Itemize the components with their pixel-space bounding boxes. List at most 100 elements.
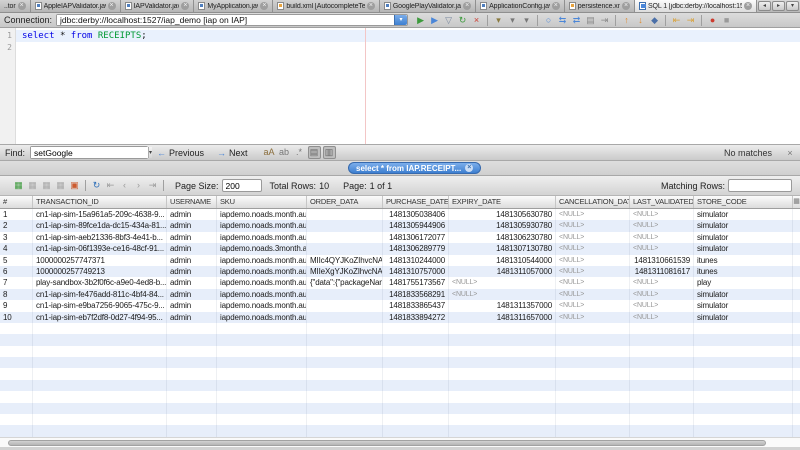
toggle-bookmark-icon[interactable]: ◆	[648, 14, 661, 27]
cell-store_code[interactable]: simulator	[694, 312, 793, 323]
cell-sku[interactable]: iapdemo.noads.month.auto	[217, 255, 307, 266]
cell-purchase_date[interactable]: 1481755173567	[383, 277, 449, 288]
editor-tab[interactable]: MyApplication.java×	[194, 0, 273, 12]
cell-num[interactable]: 1	[0, 209, 33, 220]
cell-num[interactable]: 4	[0, 243, 33, 254]
close-tab-icon[interactable]: ×	[552, 2, 560, 10]
close-tab-icon[interactable]: ×	[622, 2, 630, 10]
page-size-input[interactable]	[222, 179, 262, 192]
copy-lines-icon[interactable]: ▤	[584, 14, 597, 27]
cell-last_validated[interactable]: 1481311081617	[630, 266, 694, 277]
last-page-icon[interactable]: ⇥	[146, 179, 159, 192]
cell-username[interactable]: admin	[167, 243, 217, 254]
table-row[interactable]: 2cn1-iap-sim-89fce1da-dc15-434a-81...adm…	[0, 220, 800, 231]
sql-history-icon[interactable]: ▽	[442, 14, 455, 27]
run-sql-icon[interactable]: ▶	[414, 14, 427, 27]
next-bookmark-icon[interactable]: ↓	[634, 14, 647, 27]
find-combobox[interactable]: ▾	[30, 146, 148, 159]
cell-last_validated[interactable]: 1481310661539	[630, 255, 694, 266]
shift-line-left-icon[interactable]: ⇤	[670, 14, 683, 27]
cell-username[interactable]: admin	[167, 266, 217, 277]
cell-cancellation_date[interactable]: <NULL>	[556, 243, 630, 254]
cell-store_code[interactable]: simulator	[694, 243, 793, 254]
cell-cancellation_date[interactable]: <NULL>	[556, 277, 630, 288]
previous-occurrence-icon[interactable]: ⇆	[556, 14, 569, 27]
close-tab-icon[interactable]: ×	[463, 2, 471, 10]
results-tab[interactable]: select * from IAP.RECEIPT... ×	[348, 162, 481, 174]
editor-options-menu-icon[interactable]: ▾	[520, 14, 533, 27]
refresh-schemas-icon[interactable]: ↻	[456, 14, 469, 27]
cell-expiry_date[interactable]: 1481305630780	[449, 209, 556, 220]
previous-page-icon[interactable]: ‹	[118, 179, 131, 192]
column-header-username[interactable]: USERNAME	[167, 196, 217, 208]
editor-tab[interactable]: AppleIAPValidator.java×	[31, 0, 121, 12]
code-area[interactable]: select * from RECEIPTS;	[16, 28, 800, 144]
editor-tab[interactable]: SQL 1 [jdbc:derby://localhost:15...]×	[635, 0, 757, 12]
cell-order_data[interactable]	[307, 312, 383, 323]
cell-last_validated[interactable]: <NULL>	[630, 220, 694, 231]
table-row[interactable]: 1cn1-iap-sim-15a961a5-209c-4638-9...admi…	[0, 209, 800, 220]
cell-sku[interactable]: iapdemo.noads.month.auto	[217, 220, 307, 231]
cell-expiry_date[interactable]: <NULL>	[449, 277, 556, 288]
cell-expiry_date[interactable]: 1481310544000	[449, 255, 556, 266]
cell-num[interactable]: 2	[0, 220, 33, 231]
first-page-icon[interactable]: ⇤	[104, 179, 117, 192]
cell-sku[interactable]: iapdemo.noads.month.auto	[217, 312, 307, 323]
scroll-tabs-left-button[interactable]: ◂	[758, 1, 771, 11]
insert-code-menu-icon[interactable]: ▾	[492, 14, 505, 27]
table-row[interactable]: 51000000257747371adminiapdemo.noads.mont…	[0, 255, 800, 266]
cell-last_validated[interactable]: <NULL>	[630, 209, 694, 220]
cell-cancellation_date[interactable]: <NULL>	[556, 312, 630, 323]
close-tab-icon[interactable]: ×	[367, 2, 375, 10]
cell-transaction_id[interactable]: cn1-iap-sim-15a961a5-209c-4638-9...	[33, 209, 167, 220]
cell-expiry_date[interactable]: 1481307130780	[449, 243, 556, 254]
connection-dropdown-icon[interactable]: ▾	[394, 15, 407, 25]
cell-store_code[interactable]: simulator	[694, 232, 793, 243]
cell-transaction_id[interactable]: cn1-iap-sim-e9ba7256-9065-475c-9...	[33, 300, 167, 311]
find-dropdown-icon[interactable]: ▾	[148, 147, 152, 158]
cell-transaction_id[interactable]: cn1-iap-sim-aeb21336-8bf3-4e41-b...	[33, 232, 167, 243]
cell-last_validated[interactable]: <NULL>	[630, 289, 694, 300]
cancel-execution-icon[interactable]: ×	[470, 14, 483, 27]
cell-order_data[interactable]: MIIc4QYJKoZIhvcNAQc...	[307, 255, 383, 266]
cell-username[interactable]: admin	[167, 209, 217, 220]
cell-expiry_date[interactable]: 1481311057000	[449, 266, 556, 277]
cell-purchase_date[interactable]: 1481306289779	[383, 243, 449, 254]
find-icon[interactable]: ○	[542, 14, 555, 27]
connection-input[interactable]	[57, 15, 394, 25]
editor-tab[interactable]: ..tor×	[0, 0, 31, 12]
find-next-button[interactable]: → Next	[213, 148, 252, 158]
truncate-table-icon[interactable]: ▣	[68, 179, 81, 192]
matching-rows-input[interactable]	[728, 179, 792, 192]
cell-purchase_date[interactable]: 1481833894272	[383, 312, 449, 323]
code-templates-menu-icon[interactable]: ▾	[506, 14, 519, 27]
close-tab-icon[interactable]: ×	[108, 2, 116, 10]
cell-last_validated[interactable]: <NULL>	[630, 312, 694, 323]
stop-macro-recording-icon[interactable]: ■	[720, 14, 733, 27]
table-row[interactable]: 10cn1-iap-sim-eb7f2df8-0d27-4f94-95...ad…	[0, 312, 800, 323]
cell-store_code[interactable]: play	[694, 277, 793, 288]
cell-sku[interactable]: iapdemo.noads.month.auto	[217, 232, 307, 243]
editor-tab[interactable]: IAPValidator.java×	[121, 0, 195, 12]
cell-sku[interactable]: iapdemo.noads.month.auto	[217, 300, 307, 311]
delete-record-icon[interactable]: ▦	[26, 179, 39, 192]
commit-edits-icon[interactable]: ▦	[40, 179, 53, 192]
cell-username[interactable]: admin	[167, 277, 217, 288]
editor-tab[interactable]: persistence.xml×	[565, 0, 635, 12]
find-previous-button[interactable]: ← Previous	[153, 148, 208, 158]
cell-purchase_date[interactable]: 1481305038406	[383, 209, 449, 220]
cell-transaction_id[interactable]: play-sandbox-3b2f0f6c-a9e0-4ed8-b...	[33, 277, 167, 288]
cell-num[interactable]: 7	[0, 277, 33, 288]
cell-order_data[interactable]: MIIeXgYJKoZIhvcNAQc...	[307, 266, 383, 277]
close-find-bar-icon[interactable]: ×	[785, 148, 795, 158]
column-header-cancellation_date[interactable]: CANCELLATION_DATE	[556, 196, 630, 208]
cell-order_data[interactable]	[307, 289, 383, 300]
cell-username[interactable]: admin	[167, 220, 217, 231]
cell-username[interactable]: admin	[167, 232, 217, 243]
insert-record-icon[interactable]: ▦	[12, 179, 25, 192]
cell-purchase_date[interactable]: 1481310244000	[383, 255, 449, 266]
cell-cancellation_date[interactable]: <NULL>	[556, 266, 630, 277]
find-input[interactable]	[31, 147, 148, 158]
cell-num[interactable]: 5	[0, 255, 33, 266]
cell-username[interactable]: admin	[167, 312, 217, 323]
